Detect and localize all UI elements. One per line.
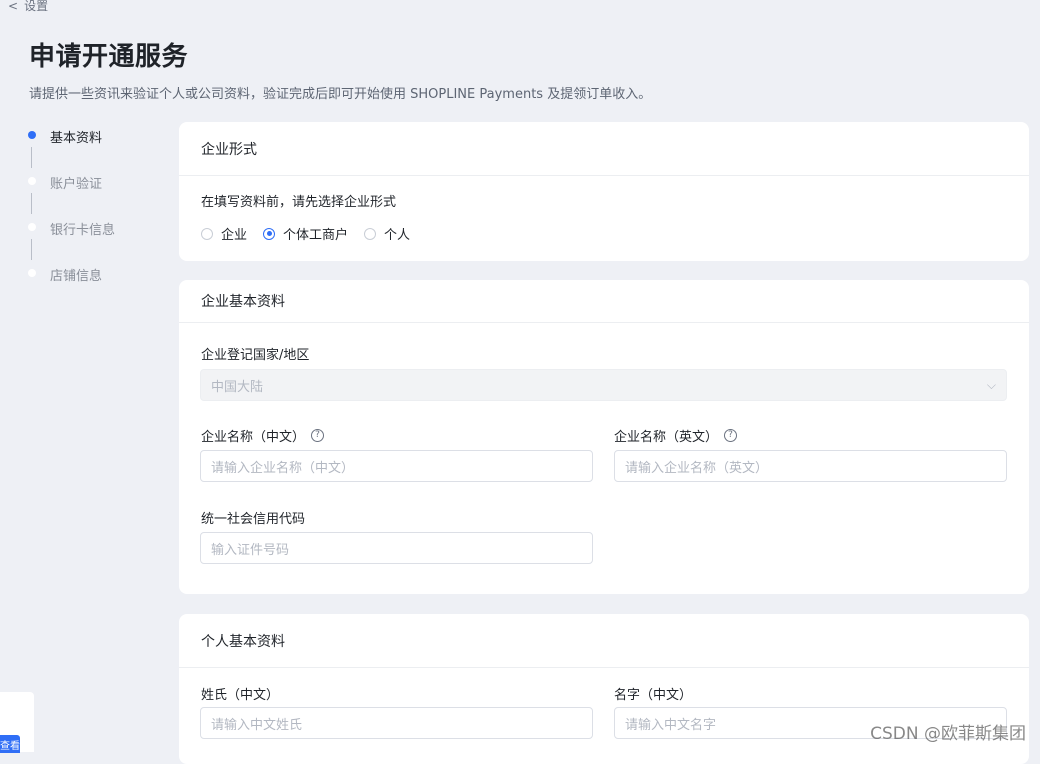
country-value: 中国大陆	[211, 379, 264, 395]
input-placeholder: 请输入企业名称（英文）	[625, 460, 769, 476]
surname-label: 姓氏（中文）	[201, 688, 280, 703]
company-info-card: 企业基本资料 企业登记国家/地区 中国大陆 ⌵ 企业名称（中文） ? 请输入企业…	[179, 280, 1029, 594]
page-subtitle: 请提供一些资讯来验证个人或公司资料，验证完成后即可开始使用 SHOPLINE P…	[29, 87, 652, 102]
step-dot	[28, 269, 36, 277]
radio-personal[interactable]: 个人	[364, 224, 410, 243]
radio-circle	[263, 227, 276, 240]
chevron-down-icon: ⌵	[986, 377, 996, 392]
step-label: 银行卡信息	[50, 223, 116, 238]
country-select[interactable]: 中国大陆 ⌵	[200, 369, 1007, 401]
company-name-en-input[interactable]: 请输入企业名称（英文）	[614, 450, 1007, 482]
card-title: 企业基本资料	[179, 280, 1029, 323]
input-placeholder: 请输入中文名字	[625, 717, 717, 733]
credit-code-input[interactable]: 输入证件号码	[200, 532, 593, 564]
chevron-left-icon: <	[8, 0, 19, 13]
name-en-label: 企业名称（英文） ?	[614, 426, 738, 445]
country-label: 企业登记国家/地区	[201, 348, 310, 363]
radio-enterprise[interactable]: 企业	[201, 224, 247, 243]
entity-form-card: 企业形式 在填写资料前，请先选择企业形式 企业 个体工商户 个人	[179, 122, 1029, 261]
input-placeholder: 请输入中文姓氏	[211, 717, 303, 733]
step-label: 基本资料	[50, 131, 103, 146]
step-dot	[28, 223, 36, 231]
given-name-label: 名字（中文）	[614, 688, 693, 703]
step-dot	[28, 177, 36, 185]
step-connector	[31, 239, 32, 260]
steps-nav: 基本资料 账户验证 银行卡信息 店铺信息	[25, 124, 165, 308]
radio-label: 个人	[384, 228, 411, 243]
input-placeholder: 输入证件号码	[211, 542, 290, 558]
step-label: 店铺信息	[50, 269, 103, 284]
watermark: CSDN @欧菲斯集团	[870, 724, 1026, 744]
step-bank-card[interactable]: 银行卡信息	[25, 216, 165, 262]
card-title: 企业形式	[179, 122, 1029, 176]
name-cn-label: 企业名称（中文） ?	[201, 426, 325, 445]
card-title: 个人基本资料	[179, 614, 1029, 668]
company-name-cn-input[interactable]: 请输入企业名称（中文）	[200, 450, 593, 482]
step-dot	[28, 131, 36, 139]
entity-form-radio-group: 企业 个体工商户 个人	[201, 224, 1007, 243]
step-connector	[31, 193, 32, 214]
step-connector	[31, 147, 32, 168]
radio-circle	[201, 227, 213, 240]
step-account-verify[interactable]: 账户验证	[25, 170, 165, 216]
surname-input[interactable]: 请输入中文姓氏	[200, 707, 593, 739]
radio-label: 个体工商户	[283, 228, 349, 243]
back-link[interactable]: < 设置	[8, 0, 48, 14]
step-label: 账户验证	[50, 177, 103, 192]
back-label: 设置	[24, 0, 49, 13]
page-title: 申请开通服务	[29, 42, 189, 72]
radio-individual-business[interactable]: 个体工商户	[263, 224, 348, 243]
help-icon[interactable]: ?	[724, 429, 738, 442]
name-cn-label-text: 企业名称（中文）	[201, 430, 306, 445]
credit-code-label: 统一社会信用代码	[201, 512, 306, 527]
radio-circle	[364, 227, 377, 240]
view-button[interactable]: 查看	[0, 735, 20, 753]
help-icon[interactable]: ?	[311, 429, 325, 442]
input-placeholder: 请输入企业名称（中文）	[211, 460, 355, 476]
name-en-label-text: 企业名称（英文）	[614, 430, 719, 445]
entity-form-prompt: 在填写资料前，请先选择企业形式	[201, 195, 397, 210]
step-shop-info[interactable]: 店铺信息	[25, 262, 165, 308]
radio-label: 企业	[221, 228, 248, 243]
step-basic-info[interactable]: 基本资料	[25, 124, 165, 170]
